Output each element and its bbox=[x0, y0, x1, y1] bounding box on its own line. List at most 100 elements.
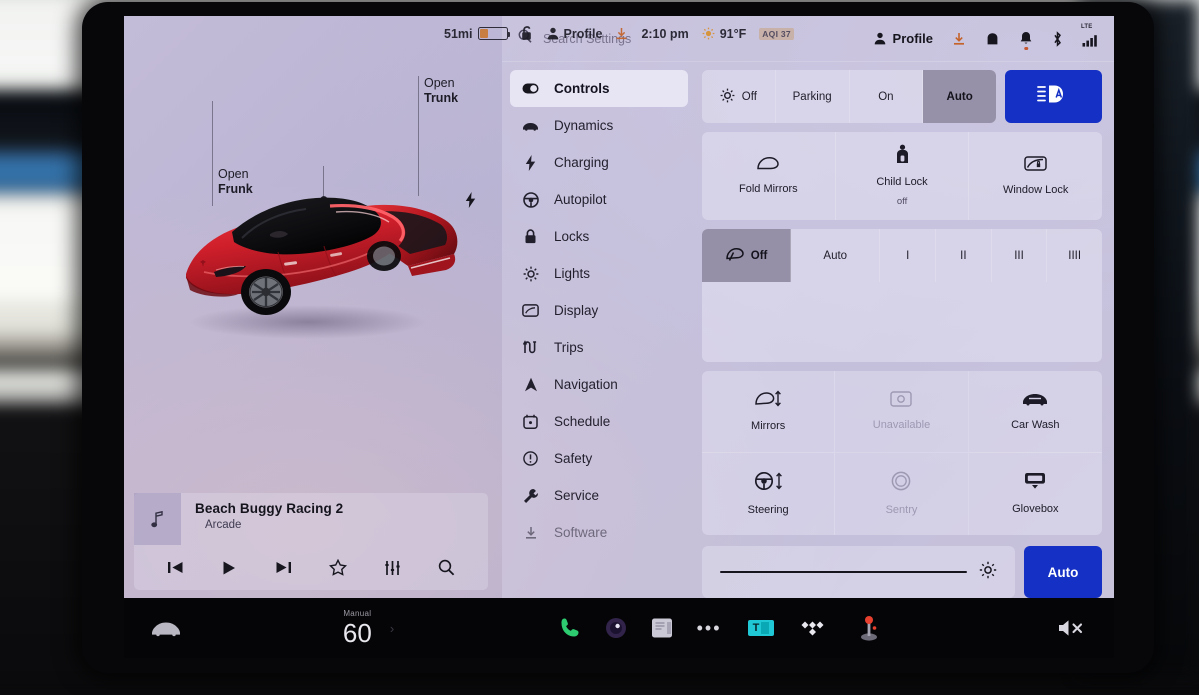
sentry-icon bbox=[891, 471, 911, 495]
steering-icon bbox=[522, 191, 539, 208]
headlight-off-option[interactable]: Off bbox=[702, 70, 776, 123]
favorite-button[interactable] bbox=[321, 553, 355, 583]
play-button[interactable] bbox=[212, 553, 246, 583]
media-title: Beach Buggy Racing 2 bbox=[195, 501, 344, 516]
taskbar-car-button[interactable] bbox=[142, 620, 190, 637]
next-track-button[interactable] bbox=[267, 553, 301, 583]
wiper-speed-1-option[interactable]: I bbox=[880, 229, 937, 282]
sidebar-item-display[interactable]: Display bbox=[510, 292, 688, 329]
trunk-line2: Trunk bbox=[424, 90, 459, 105]
previous-track-button[interactable] bbox=[158, 553, 192, 583]
clock-icon bbox=[522, 414, 539, 429]
navigation-icon bbox=[522, 377, 539, 392]
brightness-auto-button[interactable]: Auto bbox=[1024, 546, 1102, 598]
sidebar-label: Controls bbox=[554, 81, 610, 96]
status-profile[interactable]: Profile bbox=[547, 27, 602, 41]
taskbar-tidal-button[interactable] bbox=[789, 619, 843, 637]
glovebox-tile[interactable]: Glovebox bbox=[969, 453, 1102, 535]
sidebar-label: Software bbox=[554, 525, 608, 540]
status-bar: 51mi Profile 2:10 pm 91°F AQI 37 bbox=[124, 16, 1114, 51]
climate-chevron-right-icon[interactable]: › bbox=[390, 621, 394, 636]
charge-port-icon[interactable] bbox=[465, 192, 476, 213]
tunein-icon: T | bbox=[747, 620, 775, 636]
steering-tile[interactable]: Steering bbox=[702, 453, 836, 535]
clock: 2:10 pm bbox=[641, 27, 688, 41]
mirrors-tile[interactable]: Mirrors bbox=[702, 371, 836, 453]
climate-control[interactable]: Manual 60 bbox=[342, 609, 372, 648]
wiper-speed-2-label: II bbox=[960, 249, 967, 262]
media-subtitle: Arcade bbox=[205, 519, 242, 531]
wiper-auto-option[interactable]: Auto bbox=[791, 229, 881, 282]
vehicle-illustration[interactable] bbox=[158, 146, 478, 346]
climate-temperature: 60 bbox=[342, 618, 372, 648]
sidebar-item-locks[interactable]: Locks bbox=[510, 218, 688, 255]
taskbar-phone-button[interactable] bbox=[547, 616, 593, 640]
climate-mode-label: Manual bbox=[343, 609, 372, 618]
sidebar-item-schedule[interactable]: Schedule bbox=[510, 403, 688, 440]
sidebar-label: Safety bbox=[554, 451, 593, 466]
sidebar-item-autopilot[interactable]: Autopilot bbox=[510, 181, 688, 218]
sidebar-item-service[interactable]: Service bbox=[510, 477, 688, 514]
car-wash-icon bbox=[1021, 391, 1049, 410]
headlight-on-option[interactable]: On bbox=[850, 70, 924, 123]
sidebar-item-trips[interactable]: Trips bbox=[510, 329, 688, 366]
window-lock-tile[interactable]: Window Lock bbox=[969, 132, 1102, 220]
status-download-icon[interactable] bbox=[615, 27, 628, 40]
wiper-speed-3-option[interactable]: III bbox=[992, 229, 1048, 282]
mirrors-label: Mirrors bbox=[751, 419, 786, 432]
car-wash-tile[interactable]: Car Wash bbox=[968, 371, 1102, 453]
sidebar-item-software[interactable]: Software bbox=[510, 514, 688, 551]
headlight-auto-option[interactable]: Auto bbox=[923, 70, 996, 123]
lock-status-icon[interactable] bbox=[521, 26, 534, 41]
taskbar-arcade-button[interactable] bbox=[843, 615, 895, 641]
wiper-off-option[interactable]: Off bbox=[702, 229, 792, 282]
battery-range: 51mi bbox=[444, 27, 511, 41]
headlight-parking-option[interactable]: Parking bbox=[776, 70, 850, 123]
sidebar-item-charging[interactable]: Charging bbox=[510, 144, 688, 181]
sidebar-item-controls[interactable]: Controls bbox=[510, 70, 688, 107]
media-controls bbox=[134, 545, 488, 590]
brightness-track[interactable] bbox=[720, 570, 967, 574]
taskbar-mute-button[interactable] bbox=[1048, 618, 1096, 638]
sidebar-item-dynamics[interactable]: Dynamics bbox=[510, 107, 688, 144]
brightness-slider[interactable] bbox=[702, 546, 1015, 598]
brightness-icon bbox=[979, 561, 997, 584]
fold-mirrors-tile[interactable]: Fold Mirrors bbox=[702, 132, 836, 220]
mirror-adjust-icon bbox=[754, 390, 782, 411]
media-player: Beach Buggy Racing 2 Arcade bbox=[134, 493, 488, 590]
download-icon bbox=[522, 526, 539, 540]
child-lock-tile[interactable]: Child Lock off bbox=[836, 132, 970, 220]
weather[interactable]: 91°F bbox=[702, 27, 746, 41]
steering-adjust-icon bbox=[753, 471, 783, 495]
window-lock-label: Window Lock bbox=[1002, 184, 1069, 196]
wiper-auto-label: Auto bbox=[823, 249, 848, 262]
bolt-icon bbox=[522, 154, 539, 171]
headlight-off-label: Off bbox=[741, 90, 757, 103]
taskbar-tunein-button[interactable]: T | bbox=[733, 620, 789, 636]
settings-sidebar: Controls Dynamics Charging Autopilot Loc… bbox=[502, 62, 698, 598]
clock-label: 2:10 pm bbox=[641, 26, 689, 41]
sidebar-item-lights[interactable]: Lights bbox=[510, 255, 688, 292]
lock-icon bbox=[522, 229, 539, 244]
sidebar-item-navigation[interactable]: Navigation bbox=[510, 366, 688, 403]
auto-high-beam-button[interactable] bbox=[1005, 70, 1102, 123]
album-art-icon[interactable] bbox=[134, 493, 181, 545]
bottom-taskbar: Manual 60 › ••• T | bbox=[124, 598, 1114, 658]
car-icon bbox=[522, 121, 539, 131]
child-lock-label: Child Lock bbox=[876, 175, 928, 188]
sidebar-item-safety[interactable]: Safety bbox=[510, 440, 688, 477]
wiper-speed-2-option[interactable]: II bbox=[936, 229, 992, 282]
steering-label: Steering bbox=[747, 503, 789, 516]
wiper-speed-4-option[interactable]: IIII bbox=[1047, 229, 1102, 282]
aqi-badge[interactable]: AQI 37 bbox=[759, 27, 794, 40]
search-media-button[interactable] bbox=[430, 553, 464, 583]
taskbar-camera-button[interactable] bbox=[593, 616, 639, 640]
equalizer-button[interactable] bbox=[375, 553, 409, 583]
quick-controls-grid: Mirrors Unavailable Car Wash Steering Se… bbox=[702, 371, 1102, 535]
taskbar-more-button[interactable]: ••• bbox=[685, 618, 733, 639]
open-trunk-label[interactable]: Open Trunk bbox=[424, 76, 458, 106]
controls-content: Off Parking On Auto Fold Mirrors Child L… bbox=[698, 62, 1114, 598]
taskbar-card-button[interactable] bbox=[639, 617, 685, 639]
glovebox-label: Glovebox bbox=[1012, 502, 1059, 515]
unavailable-label: Unavailable bbox=[872, 419, 931, 431]
